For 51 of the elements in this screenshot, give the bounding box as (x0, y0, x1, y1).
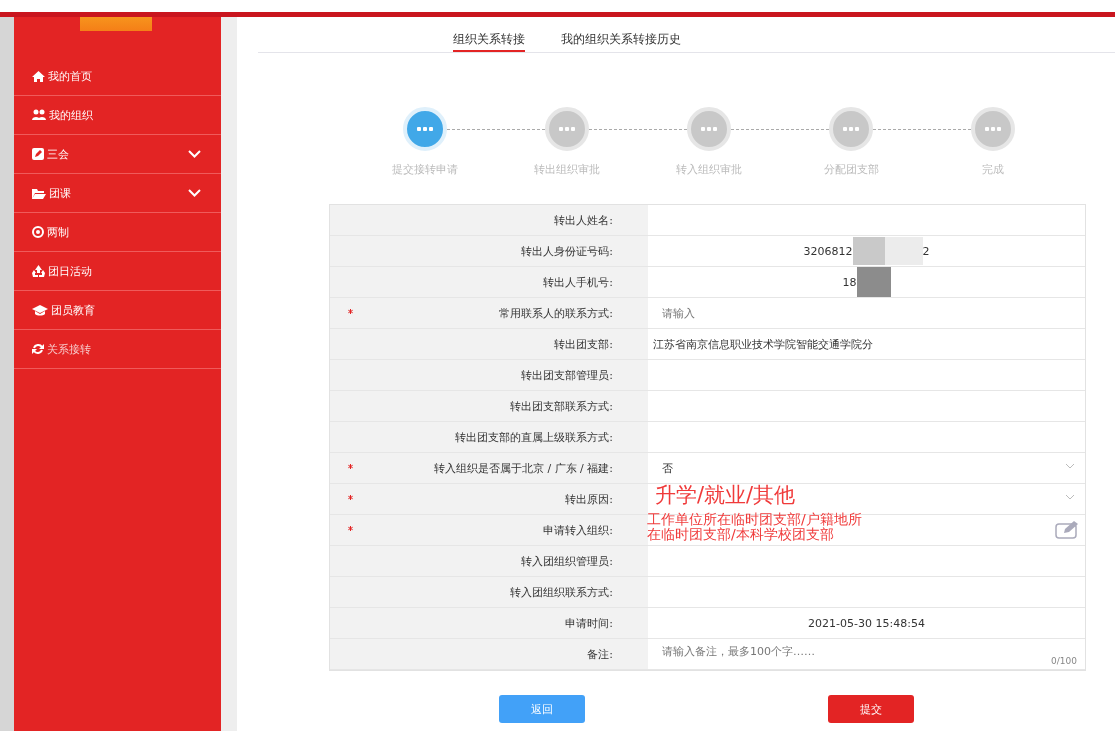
field-value: 3206812 (803, 244, 853, 258)
edit-icon (32, 148, 44, 160)
chevron-down-icon (188, 150, 201, 158)
field-label: 转入团组织管理员: (521, 553, 613, 569)
folder-icon (32, 187, 46, 199)
field-label: 转出人手机号: (543, 274, 613, 290)
step-label: 转入组织审批 (676, 162, 742, 177)
remark-field[interactable]: 请输入备注，最多100个字…… (648, 644, 815, 659)
tab[interactable]: 我的组织关系转接历史 (560, 17, 681, 52)
character-counter: 0/100 (1051, 656, 1077, 666)
field-label: 转出团支部的直属上级联系方式: (455, 429, 613, 445)
step-label: 分配团支部 (823, 162, 879, 177)
annotation-text: 升学/就业/其他 (655, 482, 796, 509)
step-label: 转出组织审批 (534, 162, 600, 177)
field-label: 转出人身份证号码: (521, 243, 613, 259)
field-label: 转入组织是否属于北京 / 广东 / 福建: (433, 460, 613, 476)
chevron-down-icon (188, 189, 201, 197)
logo (80, 17, 152, 31)
back-button[interactable]: 返回 (499, 695, 585, 723)
field-label: 转出团支部管理员: (521, 367, 613, 383)
tab[interactable]: 组织关系转接 (452, 17, 525, 52)
field-label: 常用联系人的联系方式: (499, 305, 613, 321)
field-label: 申请转入组织: (543, 522, 613, 538)
input-field[interactable]: 请输入 (648, 305, 695, 321)
target-icon (32, 226, 44, 238)
annotation-text: 工作单位所在临时团支部/户籍地所在临时团支部/本科学校团支部 (647, 512, 863, 542)
field-label: 转出团支部: (554, 336, 613, 352)
field-value: 2021-05-30 15:48:54 (808, 616, 925, 630)
submit-button[interactable]: 提交 (828, 695, 914, 723)
recycle-icon (32, 265, 45, 277)
step-label: 完成 (982, 162, 1004, 177)
field-label: 申请时间: (565, 615, 613, 631)
chevron-down-icon[interactable] (1065, 494, 1075, 500)
redaction-block (856, 267, 891, 297)
field-value: 18 (842, 275, 857, 289)
field-label: 转出原因: (565, 491, 613, 507)
redaction-block (852, 237, 885, 265)
field-label: 备注: (587, 646, 613, 662)
field-label: 转出团支部联系方式: (510, 398, 613, 414)
step-label: 提交接转申请 (392, 162, 458, 177)
graduation-cap-icon (32, 304, 48, 316)
users-icon (32, 109, 46, 121)
field-label: 转出人姓名: (554, 212, 613, 228)
home-icon (32, 70, 45, 82)
sidebar-item[interactable]: 三会 (14, 135, 221, 174)
chevron-down-icon[interactable] (1065, 463, 1075, 469)
field-label: 转入团组织联系方式: (510, 584, 613, 600)
field-value: 江苏省南京信息职业技术学院智能交通学院分 (652, 336, 873, 352)
field-value: 2 (922, 244, 930, 258)
select-field[interactable]: 否 (648, 460, 673, 476)
refresh-icon (32, 343, 44, 355)
